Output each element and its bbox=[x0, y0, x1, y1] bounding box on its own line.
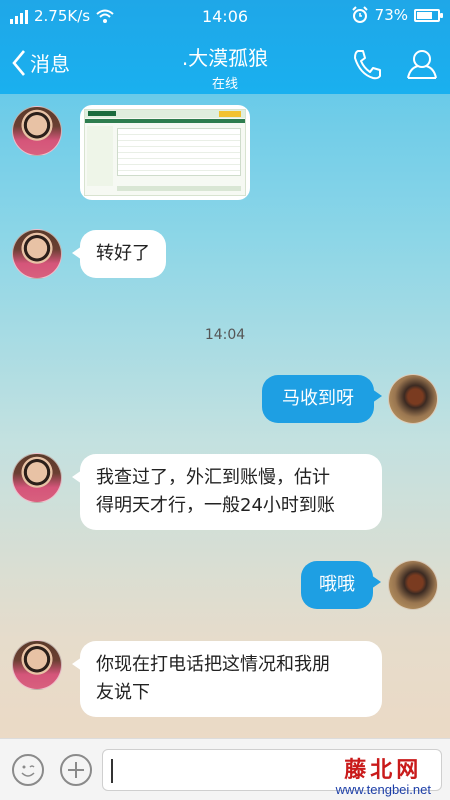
status-bar: 2.75K/s 14:06 73% bbox=[0, 0, 450, 32]
contact-status: 在线 bbox=[211, 77, 238, 92]
input-bar: 藤北网 www.tengbei.net bbox=[0, 738, 450, 800]
emoji-icon[interactable] bbox=[12, 754, 44, 786]
watermark-main: 藤北网 bbox=[344, 757, 423, 783]
chat-header: 消息 .大漠孤狼 在线 bbox=[0, 36, 450, 92]
message-input[interactable]: 藤北网 www.tengbei.net bbox=[102, 749, 442, 797]
message-line: 你现在打电话把这情况和我朋 bbox=[96, 654, 330, 675]
contact-avatar[interactable] bbox=[12, 106, 62, 156]
message-line: 我查过了，外汇到账慢，估计 bbox=[96, 467, 330, 488]
message-bubble[interactable]: 转好了 bbox=[72, 230, 166, 278]
chat-title: .大漠孤狼 在线 bbox=[0, 42, 450, 92]
message-bubble[interactable]: 我查过了，外汇到账慢，估计 得明天才行，一般24小时到账 bbox=[72, 454, 382, 530]
image-message[interactable] bbox=[80, 105, 250, 200]
contact-avatar[interactable] bbox=[12, 229, 62, 279]
battery-icon bbox=[414, 8, 443, 22]
message-text: 哦哦 bbox=[319, 574, 355, 595]
phone-icon[interactable] bbox=[352, 48, 382, 84]
message-line: 得明天才行，一般24小时到账 bbox=[96, 495, 335, 516]
message-text: 马收到呀 bbox=[282, 388, 354, 409]
battery-fill bbox=[417, 11, 432, 19]
text-caret bbox=[111, 759, 113, 783]
watermark-url: www.tengbei.net bbox=[335, 782, 431, 797]
contact-avatar[interactable] bbox=[12, 453, 62, 503]
contact-name: .大漠孤狼 bbox=[181, 46, 269, 70]
contact-avatar[interactable] bbox=[12, 640, 62, 690]
top-bar: 2.75K/s 14:06 73% 消息 .大漠孤狼 在线 bbox=[0, 0, 450, 94]
status-right: 73% bbox=[351, 6, 443, 24]
message-bubble[interactable]: 你现在打电话把这情况和我朋 友说下 bbox=[72, 641, 382, 717]
add-icon[interactable] bbox=[60, 754, 92, 786]
watermark: 藤北网 www.tengbei.net bbox=[336, 758, 431, 798]
self-message-bubble[interactable]: 马收到呀 bbox=[262, 375, 382, 423]
self-avatar[interactable] bbox=[388, 560, 438, 610]
message-text: 转好了 bbox=[96, 243, 150, 264]
self-message-bubble[interactable]: 哦哦 bbox=[301, 561, 381, 609]
self-avatar[interactable] bbox=[388, 374, 438, 424]
profile-icon[interactable] bbox=[406, 48, 438, 84]
message-timestamp: 14:04 bbox=[204, 327, 246, 343]
alarm-icon bbox=[351, 6, 368, 23]
bank-screenshot-image bbox=[84, 109, 246, 196]
battery-text: 73% bbox=[374, 6, 408, 24]
message-line: 友说下 bbox=[96, 682, 150, 703]
